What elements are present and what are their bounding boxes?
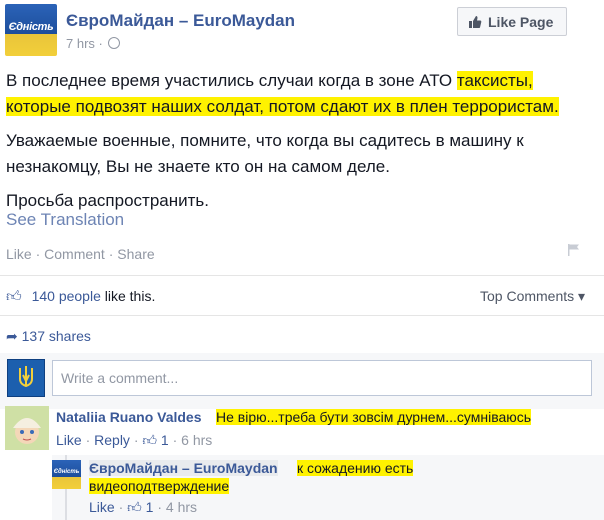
comment-action[interactable]: Comment <box>44 246 105 262</box>
top-comments-dropdown[interactable]: Top Comments ▾ <box>480 288 585 305</box>
comment-like-link[interactable]: Like <box>56 432 82 448</box>
post-actions: Like · Comment · Share <box>6 246 155 262</box>
likes-people-link[interactable]: 140 people <box>32 288 101 304</box>
page-name-link[interactable]: ЄвроМайдан – EuroMaydan <box>66 11 295 31</box>
commenter-avatar[interactable] <box>5 406 49 450</box>
comment-reply-link[interactable]: Reply <box>94 432 130 448</box>
reply-like-count[interactable]: 1 <box>146 499 154 515</box>
see-translation-link[interactable]: See Translation <box>6 210 124 230</box>
reply-avatar-text: Єдність <box>53 469 80 475</box>
reply-author[interactable]: ЄвроМайдан – EuroMaydan <box>89 460 278 476</box>
trident-icon <box>19 366 33 388</box>
post-time[interactable]: 7 hrs · <box>66 36 121 51</box>
flag-icon[interactable] <box>567 243 581 257</box>
comment-text: Не вірю...треба бути зовсім дурнем...сум… <box>216 409 532 425</box>
reply-like-count-icon[interactable]: 👍︎ <box>127 499 142 515</box>
reply-like-link[interactable]: Like <box>89 499 115 515</box>
divider <box>0 315 604 316</box>
share-arrow-icon: ➦ <box>6 328 18 344</box>
divider <box>0 275 604 276</box>
user-avatar[interactable] <box>7 359 45 397</box>
post-paragraph-2: Уважаемые военные, помните, что когда вы… <box>6 131 524 176</box>
reply-text-line-1: к сожадению есть <box>297 460 414 476</box>
like-action[interactable]: Like <box>6 246 32 262</box>
post-paragraph-1: В последнее время участились случаи когд… <box>6 71 559 116</box>
post-header: Єдність ЄвроМайдан – EuroMaydan 7 hrs · … <box>0 0 604 62</box>
like-page-label: Like Page <box>488 14 554 30</box>
globe-icon <box>108 37 121 49</box>
thumbs-up-icon <box>469 16 482 28</box>
shares-link[interactable]: ➦ 137 shares <box>6 328 91 345</box>
reply-avatar[interactable]: Єдність <box>52 460 81 489</box>
like-count-icon: 👍︎ <box>6 288 22 305</box>
comment-like-count[interactable]: 1 <box>161 432 169 448</box>
reply-actions: Like · 👍︎ 1 · 4 hrs <box>89 499 198 515</box>
doll-avatar-icon <box>5 406 49 450</box>
comment-time[interactable]: 6 hrs <box>181 432 212 448</box>
share-action[interactable]: Share <box>117 246 154 262</box>
page-avatar-text: Єдність <box>8 21 54 33</box>
reply-text-line-2: видеоподтверждение <box>89 478 230 494</box>
comment-input[interactable]: Write a comment... <box>52 360 592 396</box>
comment-author[interactable]: Nataliia Ruano Valdes <box>56 409 202 425</box>
post-body: В последнее время участились случаи когд… <box>6 68 596 222</box>
like-page-button[interactable]: Like Page <box>457 7 567 36</box>
reply-time[interactable]: 4 hrs <box>166 499 197 515</box>
likes-summary: 👍︎ 140 people like this. <box>6 288 156 305</box>
page-avatar[interactable]: Єдність <box>5 4 57 56</box>
comment-like-count-icon[interactable]: 👍︎ <box>142 432 157 448</box>
comment-actions: Like · Reply · 👍︎ 1 · 6 hrs <box>56 432 213 448</box>
